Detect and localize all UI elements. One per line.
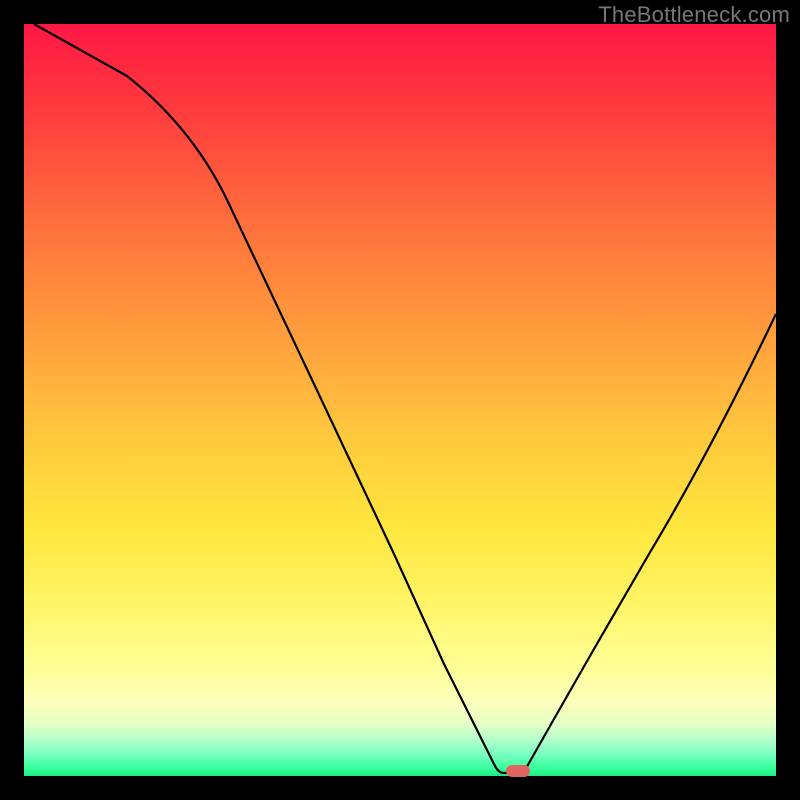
bottleneck-curve <box>34 24 776 773</box>
optimal-marker <box>506 765 530 777</box>
watermark-text: TheBottleneck.com <box>598 2 790 28</box>
plot-area <box>24 24 776 776</box>
curve-layer <box>24 24 776 776</box>
chart-container: TheBottleneck.com <box>0 0 800 800</box>
